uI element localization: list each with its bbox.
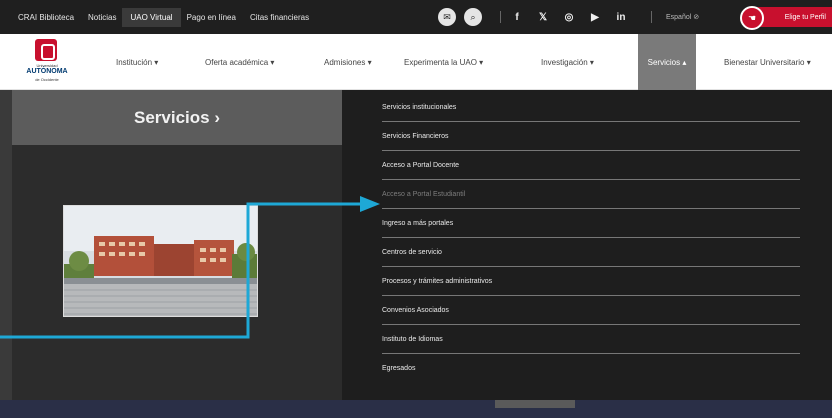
menu-item-procesos-tramites[interactable]: Procesos y trámites administrativos xyxy=(382,267,800,296)
logo-line-2: AUTÓNOMA xyxy=(26,68,68,75)
uao-logo[interactable]: Universidad AUTÓNOMA de Occidente xyxy=(18,39,76,87)
top-link-uao-virtual[interactable]: UAO Virtual xyxy=(122,7,181,27)
top-link-citas[interactable]: Citas financieras xyxy=(250,13,309,22)
hand-pointer-icon[interactable]: ☚ xyxy=(740,6,764,30)
menu-item-centros-servicio[interactable]: Centros de servicio xyxy=(382,238,800,267)
divider xyxy=(500,11,501,23)
menu-item-portal-estudiantil[interactable]: Acceso a Portal Estudiantil xyxy=(382,180,800,209)
top-icons: ✉ ⌕ f 𝕏 ◎ ▶ in Español ⊘ xyxy=(438,0,699,34)
menu-item-servicios-financieros[interactable]: Servicios Financieros xyxy=(382,122,800,151)
page-title[interactable]: Servicios › xyxy=(12,90,342,145)
nav-bienestar[interactable]: Bienestar Universitario ▾ xyxy=(724,34,811,90)
linkedin-icon[interactable]: in xyxy=(615,12,627,23)
nav-experimenta[interactable]: Experimenta la UAO ▾ xyxy=(404,34,483,90)
facebook-icon[interactable]: f xyxy=(511,12,523,23)
hero-bottom-band xyxy=(0,400,832,418)
language-selector[interactable]: Español ⊘ xyxy=(666,13,699,21)
search-icon[interactable]: ⌕ xyxy=(464,8,482,26)
top-link-pago[interactable]: Pago en línea xyxy=(187,13,236,22)
menu-item-convenios[interactable]: Convenios Asociados xyxy=(382,296,800,325)
top-link-noticias[interactable]: Noticias xyxy=(88,13,116,22)
menu-item-servicios-institucionales[interactable]: Servicios institucionales xyxy=(382,93,800,122)
twitter-icon[interactable]: 𝕏 xyxy=(537,12,549,23)
top-links: CRAI Biblioteca Noticias UAO Virtual Pag… xyxy=(18,0,323,34)
nav-institucion[interactable]: Institución ▾ xyxy=(116,34,158,90)
main-nav: Universidad AUTÓNOMA de Occidente Instit… xyxy=(0,34,832,90)
logo-mark-icon xyxy=(35,39,57,61)
campus-building-image xyxy=(64,206,257,316)
logo-line-3: de Occidente xyxy=(35,77,59,82)
campus-photo xyxy=(63,205,258,317)
menu-item-egresados[interactable]: Egresados xyxy=(382,354,800,383)
instagram-icon[interactable]: ◎ xyxy=(563,12,575,23)
servicios-dropdown: Servicios institucionales Servicios Fina… xyxy=(342,90,832,400)
top-link-crai[interactable]: CRAI Biblioteca xyxy=(18,13,74,22)
nav-oferta-academica[interactable]: Oferta académica ▾ xyxy=(205,34,274,90)
nav-investigacion[interactable]: Investigación ▾ xyxy=(541,34,594,90)
menu-item-instituto-idiomas[interactable]: Instituto de Idiomas xyxy=(382,325,800,354)
mail-icon[interactable]: ✉ xyxy=(438,8,456,26)
divider xyxy=(651,11,652,23)
nav-servicios[interactable]: Servicios ▴ xyxy=(638,34,696,90)
menu-item-portal-docente[interactable]: Acceso a Portal Docente xyxy=(382,151,800,180)
perfil-button[interactable]: Elige tu Perfil xyxy=(752,7,832,27)
top-bar: CRAI Biblioteca Noticias UAO Virtual Pag… xyxy=(0,0,832,34)
youtube-icon[interactable]: ▶ xyxy=(589,12,601,23)
nav-admisiones[interactable]: Admisiones ▾ xyxy=(324,34,372,90)
menu-item-mas-portales[interactable]: Ingreso a más portales xyxy=(382,209,800,238)
